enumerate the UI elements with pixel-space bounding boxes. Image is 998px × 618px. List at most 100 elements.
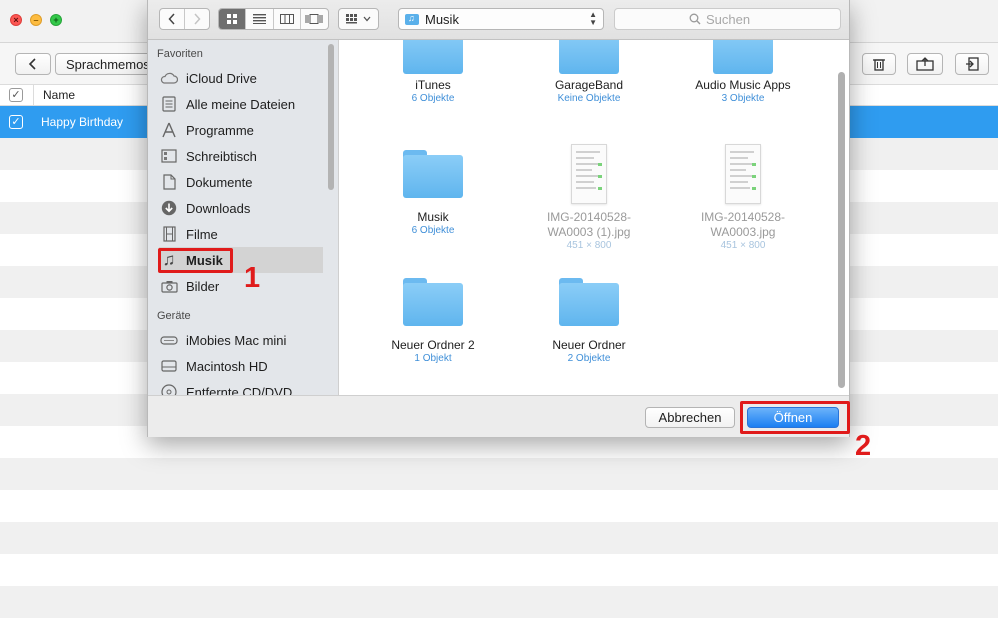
music-folder-icon: ♫ <box>405 13 419 25</box>
list-view-button[interactable] <box>246 9 274 29</box>
file-name: Musik <box>417 210 449 224</box>
file-info: 451 × 800 <box>566 240 612 251</box>
download-icon <box>159 199 179 217</box>
arrange-menu-button[interactable] <box>338 8 379 30</box>
sidebar-item-remote-disc[interactable]: Entfernte CD/DVD <box>159 379 323 395</box>
file-info: 6 Objekte <box>411 225 455 236</box>
highlight-box-open <box>740 401 850 434</box>
cloud-icon <box>159 69 179 87</box>
list-icon <box>252 14 266 24</box>
step-number-2: 2 <box>855 430 872 462</box>
file-info: 1 Objekt <box>414 353 452 364</box>
item-name: Happy Birthday <box>41 115 124 129</box>
file-info: 6 Objekte <box>411 93 455 104</box>
sidebar-item-desktop[interactable]: Schreibtisch <box>159 143 323 169</box>
sidebar-item-macintosh-hd[interactable]: Macintosh HD <box>159 353 323 379</box>
view-mode-segmented-control <box>218 8 329 30</box>
file-item-musik[interactable]: Musik 6 Objekte <box>363 150 503 237</box>
sidebar-item-mac-mini[interactable]: iMobies Mac mini <box>159 327 323 353</box>
nav-back-button[interactable] <box>160 9 185 29</box>
sidebar-heading-favorites: Favoriten <box>157 48 203 60</box>
file-name: GarageBand <box>554 78 624 92</box>
select-all-checkbox[interactable]: ✓ <box>9 88 23 102</box>
window-maximize-button[interactable]: + <box>50 14 62 26</box>
empty-row <box>0 586 998 618</box>
file-info: 451 × 800 <box>720 240 766 251</box>
sidebar-item-downloads[interactable]: Downloads <box>159 195 323 221</box>
highlight-box-musik <box>158 248 233 273</box>
file-info: 2 Objekte <box>567 353 611 364</box>
folder-icon <box>559 40 619 74</box>
sidebar-heading-devices: Geräte <box>157 310 191 322</box>
back-button[interactable] <box>15 53 51 75</box>
delete-button[interactable] <box>862 53 896 75</box>
mac-mini-icon <box>159 331 179 349</box>
window-minimize-button[interactable]: – <box>30 14 42 26</box>
all-files-icon <box>159 95 179 113</box>
search-input[interactable] <box>706 11 766 27</box>
search-field[interactable] <box>614 8 841 30</box>
sidebar-item-label: Downloads <box>186 200 251 216</box>
sidebar-scrollbar[interactable] <box>328 44 334 190</box>
sidebar-item-label: iMobies Mac mini <box>186 332 287 348</box>
dialog-sidebar: Favoriten iCloud Drive Alle meine Dateie… <box>148 40 339 395</box>
up-down-chevron-icon: ▲ ▼ <box>589 10 597 27</box>
chevron-left-icon <box>28 58 36 70</box>
minimize-icon: – <box>33 15 39 25</box>
chevron-right-icon <box>194 13 201 25</box>
sidebar-item-movies[interactable]: Filme <box>159 221 323 247</box>
chevron-left-icon <box>168 13 175 25</box>
import-button[interactable] <box>955 53 989 75</box>
sidebar-item-label: Dokumente <box>186 174 253 190</box>
sidebar-item-label: Bilder <box>186 278 220 294</box>
sidebar-item-label: Alle meine Dateien <box>186 96 296 112</box>
sidebar-item-label: Programme <box>186 122 254 138</box>
file-item-neuer-ordner[interactable]: Neuer Ordner 2 Objekte <box>519 278 659 365</box>
file-name: IMG-20140528- <box>546 210 632 224</box>
arrange-grid-icon <box>346 14 357 24</box>
hard-drive-icon <box>159 357 179 375</box>
export-to-device-button[interactable] <box>907 53 943 75</box>
file-item-itunes[interactable]: iTunes 6 Objekte <box>363 40 503 105</box>
sidebar-item-icloud-drive[interactable]: iCloud Drive <box>159 65 323 91</box>
document-icon <box>159 173 179 191</box>
sidebar-item-label: Filme <box>186 226 218 242</box>
desktop-icon <box>159 147 179 165</box>
file-name: iTunes <box>415 78 451 92</box>
empty-row <box>0 554 998 586</box>
location-popup[interactable]: ♫ Musik ▲ ▼ <box>398 8 604 30</box>
nav-forward-button[interactable] <box>185 9 209 29</box>
content-scrollbar[interactable] <box>838 72 845 388</box>
columns-icon <box>279 14 294 24</box>
cancel-button[interactable]: Abbrechen <box>645 407 735 428</box>
applications-icon <box>159 121 179 139</box>
column-header-name[interactable]: Name <box>43 88 75 102</box>
folder-icon <box>403 150 463 198</box>
file-info: Keine Objekte <box>557 93 621 104</box>
file-browser: iTunes 6 Objekte GarageBand Keine Objekt… <box>339 40 849 395</box>
file-name: Audio Music Apps <box>695 78 791 92</box>
sidebar-item-all-files[interactable]: Alle meine Dateien <box>159 91 323 117</box>
device-upload-icon <box>916 57 934 71</box>
file-name: Neuer Ordner 2 <box>391 338 475 352</box>
item-checkbox[interactable]: ✓ <box>9 115 23 129</box>
file-item-garageband[interactable]: GarageBand Keine Objekte <box>519 40 659 105</box>
file-item-neuer-ordner-2[interactable]: Neuer Ordner 2 1 Objekt <box>363 278 503 365</box>
window-close-button[interactable]: × <box>10 14 22 26</box>
cover-flow-view-button[interactable] <box>301 9 328 29</box>
folder-icon <box>403 40 463 74</box>
film-icon <box>159 225 179 243</box>
sidebar-item-pictures[interactable]: Bilder <box>159 273 323 299</box>
image-thumbnail-icon <box>725 144 761 204</box>
icon-view-button[interactable] <box>219 9 247 29</box>
folder-icon <box>559 278 619 326</box>
sidebar-item-applications[interactable]: Programme <box>159 117 323 143</box>
sidebar-item-label: Entfernte CD/DVD <box>186 384 293 396</box>
file-info: 3 Objekte <box>721 93 765 104</box>
sidebar-item-documents[interactable]: Dokumente <box>159 169 323 195</box>
file-item-audio-music-apps[interactable]: Audio Music Apps 3 Objekte <box>673 40 813 105</box>
file-name: Neuer Ordner <box>552 338 626 352</box>
column-view-button[interactable] <box>274 9 301 29</box>
folder-icon <box>403 278 463 326</box>
file-name-line2: WA0003 (1).jpg <box>547 225 631 239</box>
